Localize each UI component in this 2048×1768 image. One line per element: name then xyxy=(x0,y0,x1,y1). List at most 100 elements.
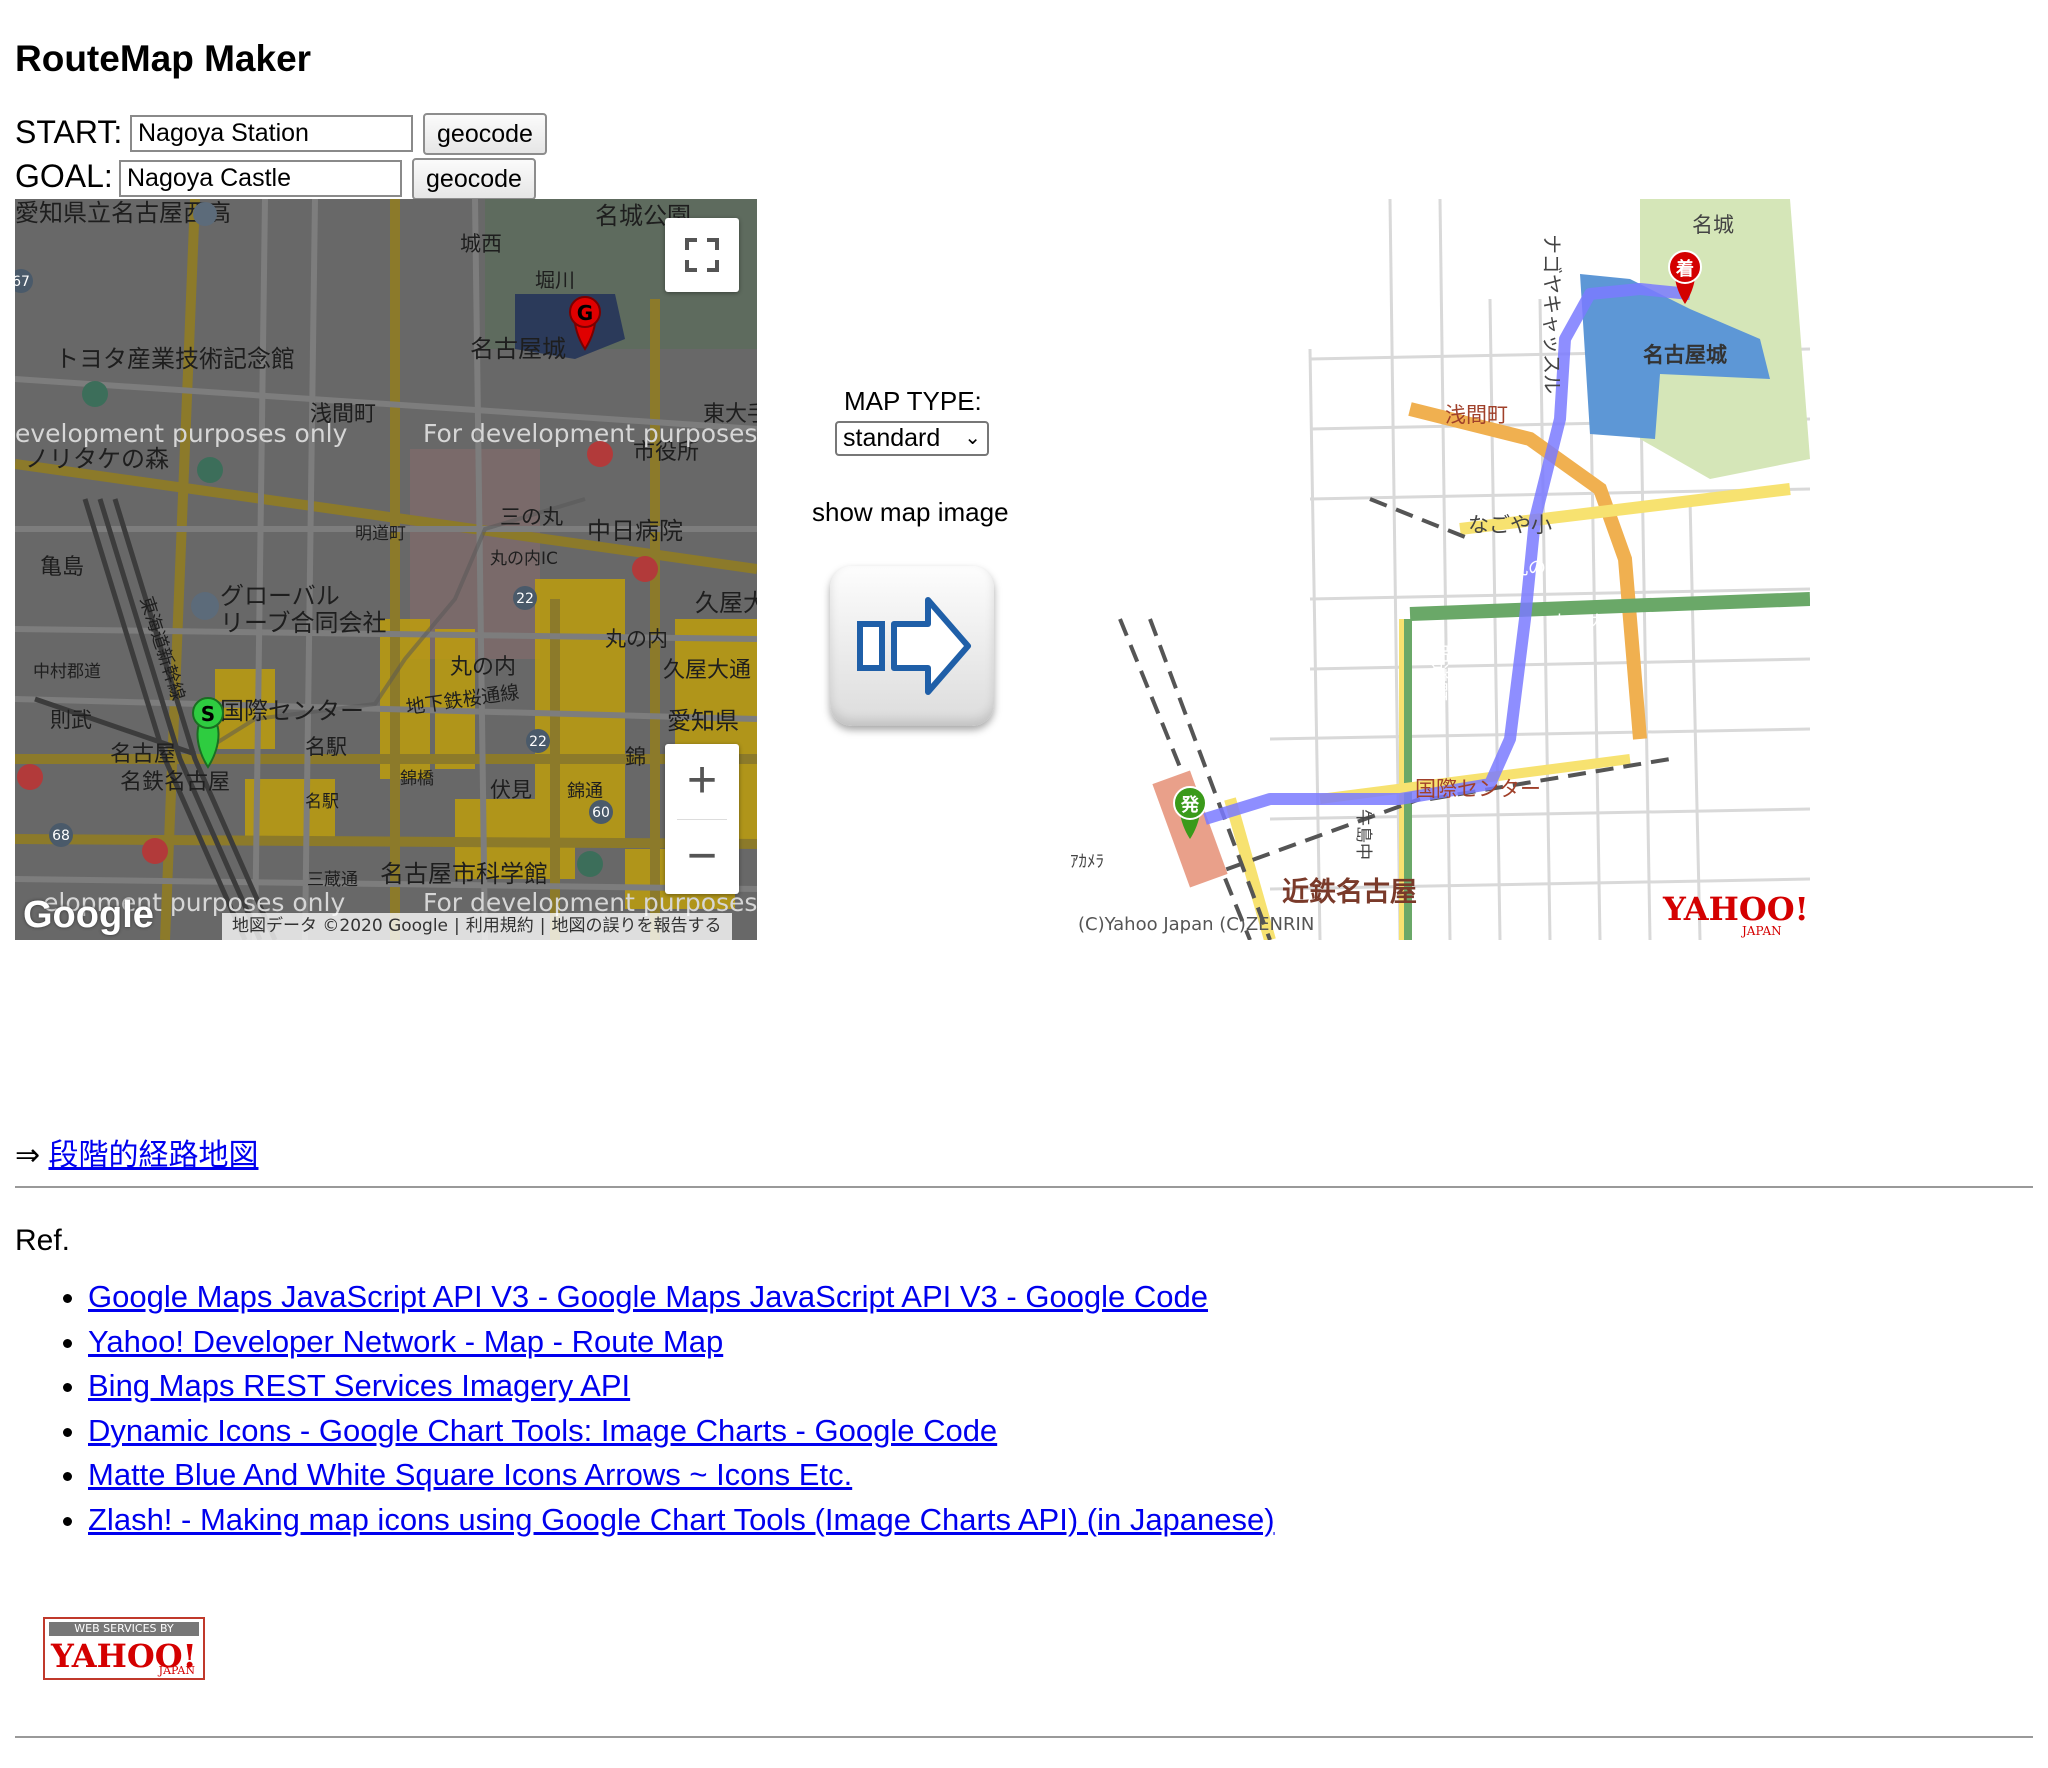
map-label: 名駅 xyxy=(305,792,339,812)
dev-watermark: For development purposes xyxy=(423,419,757,448)
yahoo-logo-sub: JAPAN xyxy=(1740,924,1782,938)
ref-link-matte-icons[interactable]: Matte Blue And White Square Icons Arrows… xyxy=(88,1457,852,1492)
list-item: Google Maps JavaScript API V3 - Google M… xyxy=(88,1275,1275,1320)
yahoo-map-canvas: 名城 ナゴヤキャッスル 名古屋城 浅間町 なごや小 丸の内 丸の内 明道町 国際… xyxy=(1070,199,1810,940)
zoom-control: + − xyxy=(665,744,739,894)
hospital-icon xyxy=(632,556,658,582)
map-label: 中村郡道 xyxy=(33,662,101,682)
map-label: 久屋大 xyxy=(695,589,757,617)
yahoo-logo: YAHOO! xyxy=(1662,890,1809,928)
map-label: 伏見 xyxy=(490,778,532,802)
stepwise-map-nav: ⇒ 段階的経路地図 xyxy=(15,1130,258,1174)
map-copyright: (C)Yahoo Japan (C)ZENRIN xyxy=(1078,914,1314,935)
map-label: 城西 xyxy=(460,232,502,256)
arrow-right-icon xyxy=(857,597,971,695)
map-label: トヨタ産業技術記念館 xyxy=(55,345,295,373)
route-number: 22 xyxy=(529,734,547,750)
map-label: 丸の内 xyxy=(450,655,516,680)
list-item: Zlash! - Making map icons using Google C… xyxy=(88,1498,1275,1543)
divider xyxy=(15,1736,2033,1738)
svg-text:発: 発 xyxy=(1180,794,1200,816)
map-label: 丸の内 xyxy=(1510,558,1564,579)
zoom-out-button[interactable]: − xyxy=(665,820,739,894)
refs-heading: Ref. xyxy=(15,1224,71,1257)
zoom-in-button[interactable]: + xyxy=(665,744,739,818)
map-label: 国際センター xyxy=(1415,777,1541,801)
list-item: Dynamic Icons - Google Chart Tools: Imag… xyxy=(88,1409,1275,1454)
map-label: グローバル xyxy=(220,582,340,610)
goal-geocode-button[interactable]: geocode xyxy=(412,158,536,200)
map-label: 近鉄名古屋 xyxy=(1282,876,1417,908)
ref-link-google-maps-api[interactable]: Google Maps JavaScript API V3 - Google M… xyxy=(88,1279,1208,1314)
ref-link-yahoo-route-map[interactable]: Yahoo! Developer Network - Map - Route M… xyxy=(88,1324,723,1359)
yahoo-route-map: 名城 ナゴヤキャッスル 名古屋城 浅間町 なごや小 丸の内 丸の内 明道町 国際… xyxy=(1070,199,1810,940)
hospital-icon xyxy=(17,764,43,790)
map-label: 三の丸 xyxy=(500,505,563,529)
map-label: リーブ合同会社 xyxy=(220,609,387,637)
map-label: 中日病院 xyxy=(587,517,683,545)
poi-icon xyxy=(191,592,219,620)
badge-sub: JAPAN xyxy=(158,1664,195,1677)
fullscreen-button[interactable] xyxy=(665,218,739,292)
map-label: 名古屋城 xyxy=(470,335,566,363)
goal-input[interactable] xyxy=(119,160,402,197)
hospital-icon xyxy=(587,441,613,467)
chevron-down-icon: ⌄ xyxy=(964,427,981,449)
map-label: 浅間町 xyxy=(1445,403,1508,427)
list-item: Yahoo! Developer Network - Map - Route M… xyxy=(88,1320,1275,1365)
hospital-icon xyxy=(142,838,168,864)
map-attribution: 地図データ ©2020 Google | 利用規約 | 地図の誤りを報告する xyxy=(222,913,732,940)
map-label: 三蔵通 xyxy=(307,870,358,890)
fullscreen-icon xyxy=(685,238,719,272)
list-item: Matte Blue And White Square Icons Arrows… xyxy=(88,1453,1275,1498)
map-label: 則武 xyxy=(50,708,92,732)
ref-link-dynamic-icons[interactable]: Dynamic Icons - Google Chart Tools: Imag… xyxy=(88,1413,997,1448)
terms-link[interactable]: 利用規約 xyxy=(466,916,534,936)
map-data-credit: 地図データ ©2020 Google xyxy=(232,916,449,936)
map-label: 名古屋 xyxy=(110,742,176,767)
map-type-value: standard xyxy=(843,424,941,452)
reference-list: Google Maps JavaScript API V3 - Google M… xyxy=(44,1275,1275,1542)
svg-text:着: 着 xyxy=(1675,258,1694,280)
google-map-canvas: 愛知県立名古屋西高 名城公園 城西 堀川 トヨタ産業技術記念館 名古屋城 浅間町… xyxy=(15,199,757,940)
map-label: 名古屋城 xyxy=(1643,343,1727,367)
google-map[interactable]: 愛知県立名古屋西高 名城公園 城西 堀川 トヨタ産業技術記念館 名古屋城 浅間町… xyxy=(15,199,757,940)
divider xyxy=(15,1186,2033,1188)
list-item: Bing Maps REST Services Imagery API xyxy=(88,1364,1275,1409)
route-number: 60 xyxy=(592,805,610,821)
start-label: START: xyxy=(15,114,123,150)
page-title: RouteMap Maker xyxy=(15,38,312,79)
yahoo-web-services-badge[interactable]: WEB SERVICES BY YAHOO! JAPAN xyxy=(43,1617,205,1680)
map-label: ｱｶﾒﾗ xyxy=(1070,852,1104,872)
svg-text:G: G xyxy=(577,301,593,325)
route-number: 22 xyxy=(516,591,534,607)
goal-label: GOAL: xyxy=(15,158,113,194)
map-label: 名古屋市科学館 xyxy=(380,860,548,888)
ref-link-zlash[interactable]: Zlash! - Making map icons using Google C… xyxy=(88,1502,1275,1537)
map-label: ノリタケの森 xyxy=(25,445,169,473)
start-input[interactable] xyxy=(130,115,413,152)
map-label: 久屋大通 xyxy=(663,658,751,683)
map-label: 名城 xyxy=(1692,213,1734,237)
ref-link-bing-maps[interactable]: Bing Maps REST Services Imagery API xyxy=(88,1368,630,1403)
map-label: 錦橋 xyxy=(400,769,434,789)
poi-icon xyxy=(193,202,217,226)
map-label: 亀島 xyxy=(40,555,84,580)
map-label: 明道町 xyxy=(355,524,406,544)
map-label: 丸の内 xyxy=(1552,613,1606,634)
google-logo: Google xyxy=(23,894,154,936)
map-label: 錦 xyxy=(625,745,646,769)
map-label: ナゴヤキャッスル xyxy=(1540,234,1564,394)
show-map-image-button[interactable] xyxy=(830,566,994,726)
museum-icon xyxy=(577,851,603,877)
map-type-select[interactable]: standard ⌄ xyxy=(835,421,989,456)
badge-top-text: WEB SERVICES BY xyxy=(49,1622,199,1636)
map-label: 牛島中 xyxy=(1353,809,1373,860)
map-label: なごや小 xyxy=(1468,513,1552,537)
map-label: 丸の内IC xyxy=(490,549,558,569)
start-geocode-button[interactable]: geocode xyxy=(423,113,547,155)
stepwise-route-map-link[interactable]: 段階的経路地図 xyxy=(48,1139,258,1172)
show-map-image-label: show map image xyxy=(812,497,1009,527)
report-error-link[interactable]: 地図の誤りを報告する xyxy=(552,916,722,936)
map-label: 名駅 xyxy=(305,735,347,759)
